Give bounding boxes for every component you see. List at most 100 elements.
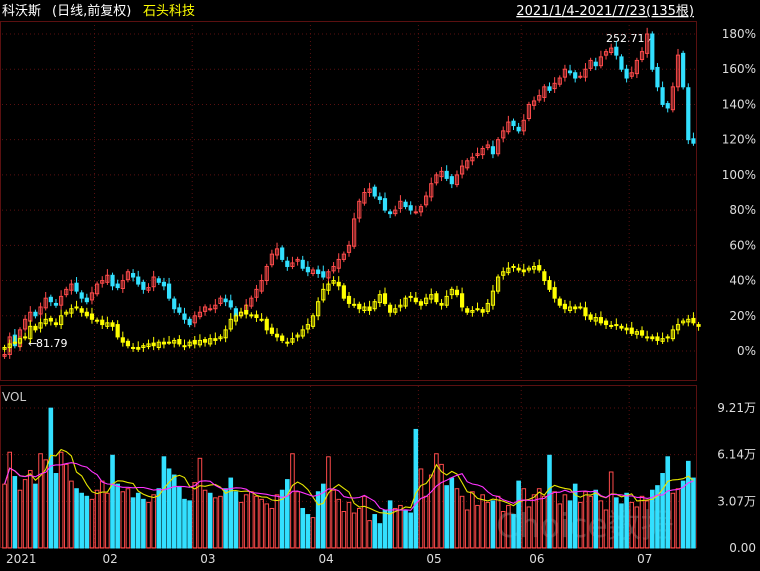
candle-body (413, 211, 418, 214)
volume-bar (7, 451, 13, 549)
x-tick: 07 (637, 552, 652, 566)
date-range[interactable]: 2021/1/4-2021/7/23(135根) (516, 4, 694, 19)
candle-body (156, 278, 161, 283)
candle-body (367, 306, 372, 311)
candle-body (434, 293, 439, 303)
candle-body (305, 266, 310, 273)
candle-body (228, 300, 233, 308)
candle-body (614, 324, 619, 327)
price-frame (0, 21, 697, 381)
volume-bar (593, 489, 599, 549)
candle-body (665, 336, 670, 339)
candle-body (547, 280, 552, 290)
candle-body (100, 319, 105, 326)
candle-body (547, 86, 552, 91)
candle-body (177, 339, 182, 345)
price-y-tick: 40% (729, 274, 756, 288)
volume-bar (372, 514, 378, 549)
candle-body (665, 103, 670, 109)
candle-body (115, 283, 120, 289)
volume-bar (33, 483, 38, 549)
compare-name: 石头科技 (143, 4, 195, 19)
volume-bar (387, 500, 393, 549)
volume-bar (259, 498, 264, 549)
candle-body (645, 336, 650, 339)
candle-body (552, 287, 557, 299)
price-layer (2, 27, 701, 359)
volume-label: VOL (2, 390, 26, 404)
candle-body (578, 306, 583, 309)
candle-body (264, 318, 269, 331)
candle-body (624, 327, 629, 331)
candle-body (300, 259, 305, 269)
candle-body (691, 138, 696, 144)
volume-bar (99, 480, 105, 549)
candle-body (115, 324, 120, 338)
candle-body (521, 269, 526, 273)
candle-body (454, 289, 460, 296)
volume-bar (182, 498, 187, 549)
candle-body (562, 303, 568, 310)
candle-body (655, 336, 660, 341)
volume-bar (439, 463, 444, 549)
candle-body (208, 308, 213, 311)
candle-body (418, 301, 424, 306)
candle-body (655, 66, 660, 88)
chart-mode: (日线,前复权) (52, 3, 131, 19)
candle-body (285, 260, 290, 267)
volume-bar (377, 523, 383, 549)
volume-bar (274, 494, 280, 549)
volume-bar (22, 479, 28, 549)
candle-body (74, 282, 79, 292)
volume-bar (516, 480, 521, 549)
x-tick: 04 (318, 552, 333, 566)
volume-bar (17, 489, 23, 549)
volume-bar (213, 497, 218, 549)
candle-body (259, 318, 264, 321)
candle-body (609, 324, 614, 327)
candle-body (388, 211, 393, 215)
volume-y-tick: 3.07万 (717, 494, 756, 508)
candle-body (33, 311, 38, 317)
volume-bar (362, 495, 367, 549)
volume-bar (269, 507, 275, 549)
price-y-tick: 20% (729, 309, 756, 323)
candle-body (182, 313, 187, 320)
candle-body (511, 265, 516, 268)
volume-bar (356, 507, 362, 549)
volume-bar (382, 509, 388, 549)
volume-bar (249, 491, 254, 549)
volume-bar (691, 477, 696, 549)
candle-body (624, 68, 629, 79)
volume-bar (454, 488, 460, 549)
volume-bar (685, 460, 691, 549)
volume-bar (202, 489, 208, 549)
candle-body (177, 307, 182, 313)
candle-body (166, 341, 172, 344)
candle-body (408, 205, 413, 211)
candle-body (84, 297, 89, 303)
volume-bar (171, 474, 177, 549)
candle-body (372, 186, 377, 197)
candle-body (346, 295, 352, 304)
volume-bar (511, 514, 516, 549)
candle-body (213, 338, 218, 341)
candle-body (490, 146, 496, 155)
volume-bar (675, 488, 681, 549)
volume-bar (53, 473, 59, 549)
volume-bar (315, 491, 321, 549)
candle-body (516, 267, 521, 271)
candle-body (480, 309, 485, 313)
volume-bar (331, 489, 336, 549)
candle-body (639, 330, 645, 336)
candle-body (130, 273, 136, 278)
volume-bar (480, 494, 485, 549)
volume-bar (624, 492, 629, 549)
volume-bar (197, 457, 203, 549)
candle-body (33, 325, 38, 331)
volume-bar (2, 483, 7, 549)
volume-bar (223, 488, 228, 549)
volume-bar (177, 486, 182, 549)
candle-body (686, 87, 691, 141)
volume-bar (680, 480, 686, 549)
